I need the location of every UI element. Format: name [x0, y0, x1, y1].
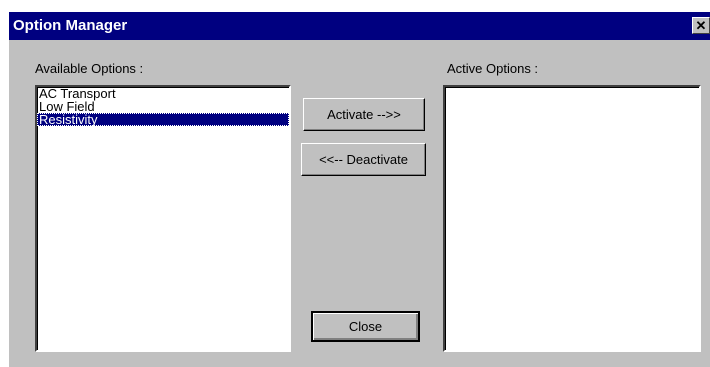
- title-bar[interactable]: Option Manager ✕: [9, 12, 710, 40]
- window-title: Option Manager: [13, 17, 128, 34]
- deactivate-button[interactable]: <<-- Deactivate: [301, 143, 426, 176]
- active-options-list[interactable]: [443, 85, 701, 352]
- active-options-label: Active Options :: [447, 61, 539, 76]
- option-manager-window: Option Manager ✕ Available Options : AC …: [9, 12, 710, 367]
- close-button[interactable]: Close: [311, 311, 420, 342]
- available-options-list[interactable]: AC Transport Low Field Resistivity: [35, 85, 291, 352]
- close-window-button[interactable]: ✕: [692, 17, 710, 34]
- available-options-items: AC Transport Low Field Resistivity: [37, 87, 289, 126]
- available-options-label: Available Options :: [35, 61, 144, 76]
- close-icon: ✕: [695, 17, 707, 33]
- activate-button[interactable]: Activate -->>: [303, 98, 425, 131]
- list-item-selected[interactable]: Resistivity: [37, 113, 289, 126]
